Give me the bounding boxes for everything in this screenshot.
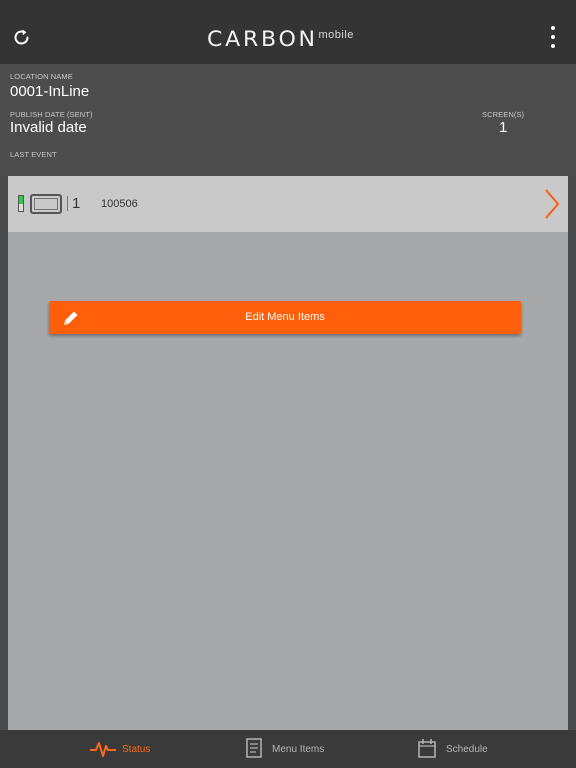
- edit-menu-items-button[interactable]: Edit Menu Items: [49, 301, 521, 334]
- publish-date-value: Invalid date: [10, 119, 87, 136]
- content-area: 1 100506 Edit Menu Items: [8, 176, 568, 730]
- calendar-icon: [418, 739, 436, 758]
- location-name-value: 0001-InLine: [10, 83, 90, 100]
- chevron-right-icon[interactable]: [544, 189, 560, 219]
- screens-count: 1: [499, 119, 508, 136]
- pulse-icon: [90, 742, 116, 757]
- logo-main-text: CARBON: [207, 27, 318, 51]
- tab-menu-items-label: Menu Items: [272, 744, 325, 755]
- tab-status[interactable]: Status: [88, 730, 158, 768]
- more-options-button[interactable]: [544, 26, 562, 48]
- tab-menu-items[interactable]: Menu Items: [244, 730, 334, 768]
- tab-schedule-label: Schedule: [446, 744, 488, 755]
- divider: [67, 196, 68, 211]
- refresh-button[interactable]: [10, 26, 34, 50]
- app-logo: CARBON mobile: [207, 27, 354, 51]
- location-name-label: LOCATION NAME: [10, 72, 73, 81]
- document-icon: [246, 738, 262, 758]
- refresh-icon: [14, 29, 29, 45]
- logo-sub-text: mobile: [318, 29, 354, 41]
- publish-date-label: PUBLISH DATE (SENT): [10, 110, 93, 119]
- more-vertical-icon: [551, 26, 555, 30]
- screen-icon: [30, 194, 62, 214]
- location-info-panel: LOCATION NAME 0001-InLine PUBLISH DATE (…: [0, 64, 576, 176]
- screen-id: 100506: [101, 198, 138, 210]
- edit-menu-items-label: Edit Menu Items: [245, 311, 325, 323]
- screens-label: SCREEN(S): [482, 110, 525, 119]
- screen-list-item[interactable]: 1 100506: [8, 176, 568, 232]
- bottom-tab-bar: Status Menu Items Schedule: [0, 730, 576, 768]
- tab-status-label: Status: [122, 744, 151, 755]
- last-event-label: LAST EVENT: [10, 150, 57, 159]
- screen-status-indicator: [18, 195, 24, 212]
- top-bar: CARBON mobile: [0, 0, 576, 64]
- tab-schedule[interactable]: Schedule: [418, 730, 498, 768]
- screen-number: 1: [72, 195, 81, 212]
